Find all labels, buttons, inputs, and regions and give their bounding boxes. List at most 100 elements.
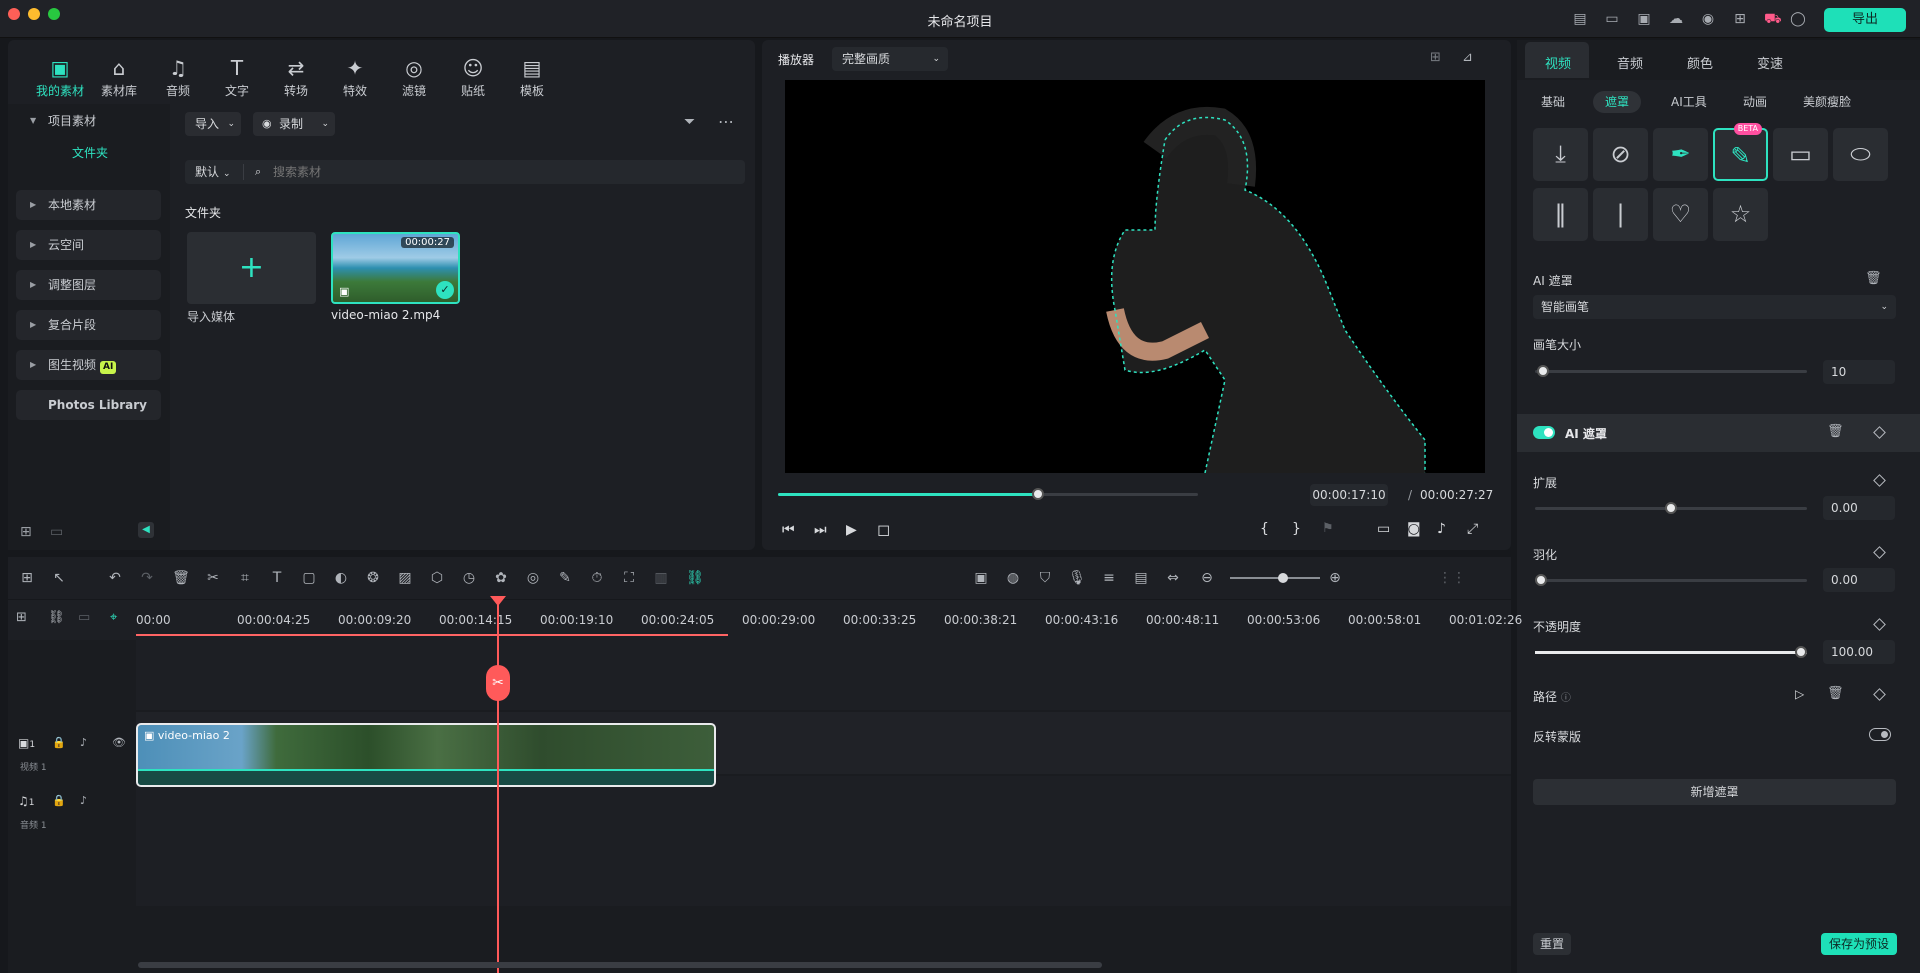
mute-icon[interactable]: ♪: [80, 736, 87, 749]
undo-icon[interactable]: ↶: [106, 569, 124, 587]
search-input[interactable]: [273, 162, 713, 182]
save-preset-button[interactable]: 保存为预设: [1821, 933, 1897, 955]
single-line-mask-icon[interactable]: |: [1593, 188, 1648, 241]
sidebar-item-cloud[interactable]: ▶ 云空间: [16, 230, 161, 260]
scope-icon[interactable]: ⊿: [1462, 50, 1473, 65]
filter-icon[interactable]: ⏷: [684, 114, 695, 130]
ai-mask-mode-select[interactable]: 智能画笔 ⌄: [1533, 295, 1896, 319]
rectangle-mask-icon[interactable]: ▭: [1773, 128, 1828, 181]
record-dropdown[interactable]: ◉ 录制 ⌄: [253, 112, 335, 136]
video-clip[interactable]: ▣ video-miao 2: [136, 723, 716, 787]
lock-icon[interactable]: 🔒: [52, 794, 66, 807]
subtab-beauty[interactable]: 美颜瘦脸: [1791, 91, 1863, 113]
tab-color[interactable]: 颜色: [1687, 53, 1713, 72]
cart-icon[interactable]: ⛟: [1764, 11, 1782, 27]
speed-icon[interactable]: ◷: [460, 569, 478, 587]
crop-icon[interactable]: ⌗: [236, 569, 254, 587]
stop-icon[interactable]: ◻: [877, 520, 890, 539]
slider-knob[interactable]: [1795, 646, 1807, 658]
subtab-ai-tools[interactable]: AI工具: [1659, 91, 1719, 113]
slider-knob[interactable]: [1535, 574, 1547, 586]
prev-frame-icon[interactable]: ⏮: [782, 522, 795, 538]
transition-icon[interactable]: ⬡: [428, 569, 446, 587]
current-time[interactable]: 00:00:17:10: [1310, 484, 1388, 506]
color-icon[interactable]: ✿: [492, 569, 510, 587]
layout-icon[interactable]: ▭: [1604, 11, 1620, 27]
sidebar-item-compound[interactable]: ▶ 复合片段: [16, 310, 161, 340]
delete-icon[interactable]: 🗑: [1827, 424, 1844, 439]
visibility-icon[interactable]: 👁: [112, 736, 126, 749]
keyframe-icon[interactable]: [1873, 688, 1886, 701]
track-height-icon[interactable]: ⋮⋮: [1438, 569, 1466, 587]
link-track-icon[interactable]: ⛓: [48, 610, 65, 625]
playhead-marker[interactable]: [490, 596, 506, 606]
mask-tool-icon[interactable]: ◐: [332, 569, 350, 587]
mark-out-icon[interactable]: }: [1292, 521, 1301, 537]
edit-icon[interactable]: ✎: [556, 569, 574, 587]
preview-canvas[interactable]: [785, 80, 1485, 473]
heart-mask-icon[interactable]: ♡: [1653, 188, 1708, 241]
tool-2[interactable]: ♫ 音频: [150, 56, 206, 99]
slider-knob[interactable]: [1278, 573, 1288, 583]
mic-icon[interactable]: 🎙: [1068, 569, 1086, 587]
new-folder-icon[interactable]: ⊞: [20, 524, 32, 540]
next-frame-icon[interactable]: ⏭: [814, 522, 827, 538]
tool-7[interactable]: ☺ 贴纸: [445, 56, 501, 99]
brush-size-slider[interactable]: [1535, 365, 1807, 377]
smart-brush-icon[interactable]: ✎ BETA: [1713, 123, 1768, 181]
no-mask-icon[interactable]: ⊘: [1593, 128, 1648, 181]
tool-0[interactable]: ▣ 我的素材: [32, 56, 88, 99]
double-line-mask-icon[interactable]: ‖: [1533, 188, 1588, 241]
subtab-mask[interactable]: 遮罩: [1593, 91, 1642, 113]
layout-icon[interactable]: ⊞: [18, 569, 36, 587]
tool-8[interactable]: ▤ 模板: [504, 56, 560, 99]
frame-icon[interactable]: ⛶: [620, 569, 638, 587]
sort-dropdown[interactable]: 默认: [195, 165, 219, 179]
tab-speed[interactable]: 变速: [1757, 53, 1783, 72]
folder-icon[interactable]: ▭: [50, 524, 63, 540]
display-icon[interactable]: ▭: [1377, 521, 1390, 537]
zoom-out-icon[interactable]: ⊖: [1198, 569, 1216, 587]
text-icon[interactable]: T: [268, 569, 286, 587]
snapshot-icon[interactable]: ◙: [1407, 521, 1421, 537]
tool-5[interactable]: ✦ 特效: [327, 56, 383, 99]
zoom-slider[interactable]: [1230, 573, 1320, 583]
keyframe-icon[interactable]: [1873, 546, 1886, 559]
subtab-animation[interactable]: 动画: [1731, 91, 1779, 113]
account-icon[interactable]: ◯: [1790, 11, 1806, 27]
redo-icon[interactable]: ↷: [138, 569, 156, 587]
subtitle-icon[interactable]: ≡: [1100, 569, 1118, 587]
expand-input[interactable]: 0.00: [1823, 496, 1895, 520]
lock-icon[interactable]: 🔒: [52, 736, 66, 749]
feather-input[interactable]: 0.00: [1823, 568, 1895, 592]
collapse-sidebar-button[interactable]: ◀: [138, 522, 154, 538]
link-icon[interactable]: ⛓: [686, 569, 704, 587]
tool-1[interactable]: ⌂ 素材库: [91, 56, 147, 99]
more-icon[interactable]: ⋯: [718, 112, 734, 131]
support-icon[interactable]: ◉: [1700, 11, 1716, 27]
brush-size-input[interactable]: 10: [1823, 360, 1895, 384]
shield-icon[interactable]: ⛉: [1036, 569, 1054, 587]
sidebar-item-photos[interactable]: Photos Library: [16, 390, 161, 420]
tab-audio[interactable]: 音频: [1617, 53, 1643, 72]
mute-icon[interactable]: ♪: [80, 794, 87, 807]
sidebar-item-adjust[interactable]: ▶ 调整图层: [16, 270, 161, 300]
grid-view-icon[interactable]: ⊞: [1430, 50, 1441, 65]
playhead-knob[interactable]: [1032, 488, 1045, 500]
add-mask-button[interactable]: 新增遮罩: [1533, 779, 1896, 805]
sidebar-item-project[interactable]: ▼ 项目素材: [16, 106, 161, 136]
play-icon[interactable]: ▶: [846, 522, 857, 538]
freeze-icon[interactable]: ▥: [652, 569, 670, 587]
play-path-icon[interactable]: ▷: [1795, 687, 1804, 701]
help-icon[interactable]: ⓘ: [1561, 693, 1571, 704]
ai-mask-row[interactable]: AI 遮罩 🗑: [1517, 414, 1920, 452]
feather-slider[interactable]: [1535, 574, 1807, 586]
playback-track[interactable]: [778, 488, 1198, 500]
feedback-icon[interactable]: ▤: [1572, 11, 1588, 27]
image-tool-icon[interactable]: ▨: [396, 569, 414, 587]
cut-icon[interactable]: ✂: [204, 569, 222, 587]
fit-icon[interactable]: ⇔: [1164, 569, 1182, 587]
marker-icon[interactable]: ⚑: [1322, 521, 1334, 536]
sidebar-item-folder[interactable]: 文件夹: [16, 138, 161, 168]
slider-knob[interactable]: [1537, 365, 1549, 377]
